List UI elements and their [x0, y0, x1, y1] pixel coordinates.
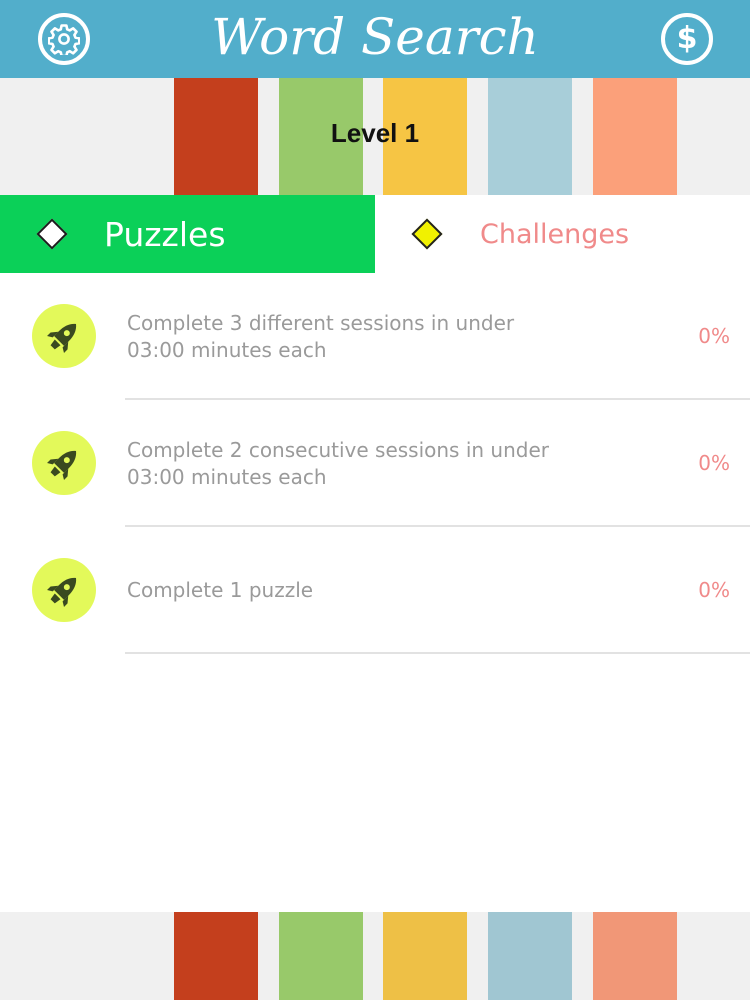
challenge-list: Complete 3 different sessions in under 0… [0, 273, 750, 654]
challenge-text: Complete 2 consecutive sessions in under… [127, 437, 550, 489]
stripe [174, 912, 258, 1000]
rocket-icon [32, 431, 96, 495]
rocket-icon [32, 304, 96, 368]
bottom-stripe-band [0, 912, 750, 1000]
app-title: Word Search [211, 8, 539, 66]
divider [125, 652, 750, 654]
list-item[interactable]: Complete 3 different sessions in under 0… [0, 273, 750, 400]
rocket-icon [32, 558, 96, 622]
coins-button[interactable]: $ [661, 13, 713, 65]
challenge-progress: 0% [698, 324, 730, 348]
challenge-progress: 0% [698, 451, 730, 475]
stripe [488, 912, 572, 1000]
stripe [383, 912, 467, 1000]
tab-puzzles[interactable]: Puzzles [0, 195, 375, 273]
stripe [279, 912, 363, 1000]
list-item[interactable]: Complete 1 puzzle 0% [0, 527, 750, 654]
diamond-icon [36, 218, 68, 250]
challenge-text: Complete 3 different sessions in under 0… [127, 310, 515, 362]
app-header: Word Search $ [0, 0, 750, 78]
level-label: Level 1 [330, 118, 420, 148]
tab-challenges[interactable]: Challenges [375, 195, 750, 273]
tab-bar: Puzzles Challenges [0, 195, 750, 273]
stripe [593, 912, 677, 1000]
diamond-icon [411, 218, 443, 250]
challenge-text: Complete 1 puzzle [127, 578, 314, 602]
dollar-coin-icon: $ [676, 21, 698, 56]
tab-label: Challenges [480, 219, 630, 250]
tab-label: Puzzles [104, 215, 226, 254]
list-item[interactable]: Complete 2 consecutive sessions in under… [0, 400, 750, 527]
challenge-progress: 0% [698, 578, 730, 602]
